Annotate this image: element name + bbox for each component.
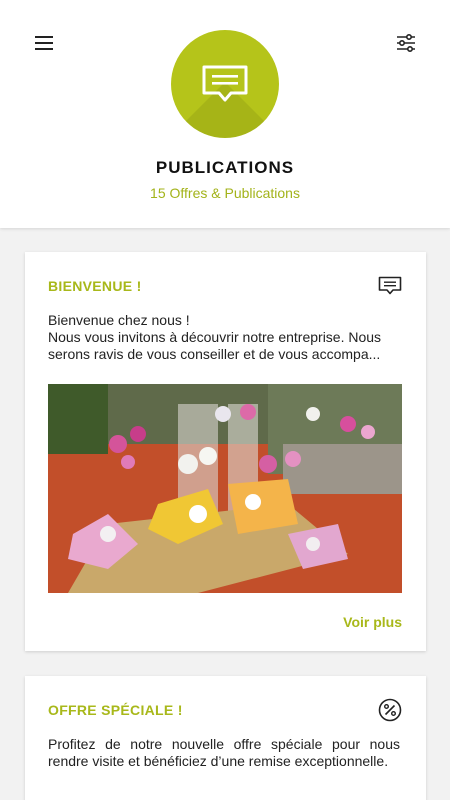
- orchids-greenhouse-photo[interactable]: [48, 384, 402, 593]
- card-body-text: Bienvenue chez nous ! Nous vous invitons…: [48, 312, 400, 363]
- publications-hero-badge: [171, 30, 279, 138]
- percent-icon: [378, 698, 402, 722]
- card-type-icon: [378, 698, 402, 722]
- menu-button[interactable]: [33, 33, 55, 53]
- card-type-icon: [378, 274, 402, 298]
- card-body-line: Nous vous invitons à découvrir notre ent…: [48, 329, 382, 362]
- publications-count: 15 Offres & Publications: [150, 185, 300, 201]
- sliders-filter-icon: [397, 34, 415, 52]
- filter-button[interactable]: [395, 33, 417, 53]
- publication-card[interactable]: OFFRE SPÉCIALE ! Profitez de notre nouve…: [25, 676, 426, 800]
- page-title: PUBLICATIONS: [155, 158, 295, 177]
- app-header: PUBLICATIONS 15 Offres & Publications: [0, 0, 450, 228]
- card-title: OFFRE SPÉCIALE !: [48, 702, 183, 718]
- photo-illustration: [48, 384, 402, 593]
- hamburger-menu-icon: [35, 36, 53, 50]
- message-icon: [378, 276, 402, 295]
- card-title: BIENVENUE !: [48, 278, 142, 294]
- voir-plus-link[interactable]: Voir plus: [343, 614, 402, 630]
- card-body-line: Bienvenue chez nous !: [48, 312, 190, 328]
- publication-card[interactable]: BIENVENUE ! Bienvenue chez nous ! Nous v…: [25, 252, 426, 651]
- message-icon: [202, 65, 248, 102]
- card-body-text: Profitez de notre nouvelle offre spécial…: [48, 736, 400, 769]
